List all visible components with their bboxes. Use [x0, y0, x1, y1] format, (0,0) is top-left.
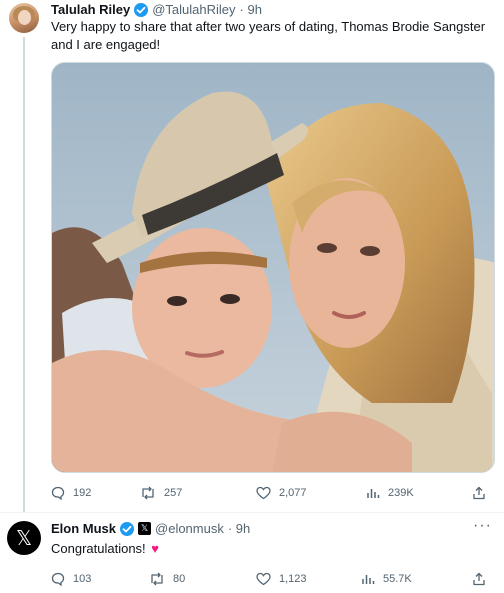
verified-badge-icon — [120, 521, 135, 536]
tweet-text: Very happy to share that after two years… — [51, 18, 496, 54]
like-icon — [256, 572, 271, 586]
tweet-header: Talulah Riley @TalulahRiley · 9h — [51, 2, 262, 17]
verified-badge-icon — [134, 2, 149, 17]
tweet-time[interactable]: · 9h — [228, 521, 250, 536]
x-affiliation-icon: 𝕏 — [138, 522, 152, 535]
views-icon — [367, 489, 380, 498]
thread-connector-line — [23, 37, 25, 512]
repost-button[interactable]: 257 — [140, 484, 182, 502]
tweet-actions: 192 257 2,077 239K — [51, 484, 491, 504]
reply-icon — [51, 572, 65, 586]
repost-count: 257 — [164, 487, 183, 499]
author-name[interactable]: Talulah Riley — [51, 2, 130, 17]
tweet-text-line: and I are engaged! — [51, 37, 161, 52]
share-button[interactable] — [472, 484, 494, 502]
repost-count: 80 — [173, 573, 186, 585]
views-button[interactable]: 239K — [366, 484, 414, 502]
like-button[interactable]: 2,077 — [256, 484, 307, 502]
like-button[interactable]: 1,123 — [256, 570, 307, 588]
like-count: 2,077 — [279, 487, 307, 499]
like-icon — [256, 486, 271, 500]
views-count: 239K — [388, 487, 414, 499]
engagement-selfie-photo — [52, 63, 494, 472]
share-icon — [473, 486, 485, 500]
talulah-avatar[interactable] — [9, 3, 39, 33]
tweet-talulah[interactable]: Talulah Riley @TalulahRiley · 9h Very ha… — [0, 0, 504, 512]
author-name[interactable]: Elon Musk — [51, 521, 116, 536]
reply-icon — [51, 486, 65, 500]
author-handle[interactable]: @elonmusk — [155, 521, 224, 536]
more-icon[interactable]: ··· — [473, 517, 492, 535]
reply-count: 103 — [73, 573, 92, 585]
tweet-photo[interactable] — [51, 62, 495, 473]
elon-avatar[interactable]: 𝕏 — [7, 521, 41, 555]
repost-icon — [142, 486, 154, 500]
tweet-header: Elon Musk 𝕏 @elonmusk · 9h — [51, 521, 250, 536]
share-button[interactable] — [472, 570, 494, 588]
repost-button[interactable]: 80 — [149, 570, 185, 588]
repost-icon — [151, 572, 163, 586]
reply-button[interactable]: 192 — [51, 484, 91, 502]
reply-count: 192 — [73, 487, 92, 499]
author-handle[interactable]: @TalulahRiley — [152, 2, 235, 17]
views-button[interactable]: 55.7K — [361, 570, 412, 588]
x-logo-icon: 𝕏 — [15, 526, 33, 550]
heart-emoji-icon: ♥ — [151, 541, 160, 556]
views-icon — [362, 575, 375, 584]
reply-button[interactable]: 103 — [51, 570, 91, 588]
like-count: 1,123 — [279, 573, 307, 585]
tweet-text-line: Congratulations! — [51, 541, 146, 556]
share-icon — [473, 572, 485, 586]
tweet-time[interactable]: · 9h — [240, 2, 262, 17]
tweet-text: Congratulations! ♥ — [51, 540, 159, 558]
views-count: 55.7K — [383, 573, 412, 585]
tweet-text-line: Very happy to share that after two years… — [51, 19, 486, 34]
tweet-actions: 103 80 1,123 55.7K — [51, 570, 491, 590]
